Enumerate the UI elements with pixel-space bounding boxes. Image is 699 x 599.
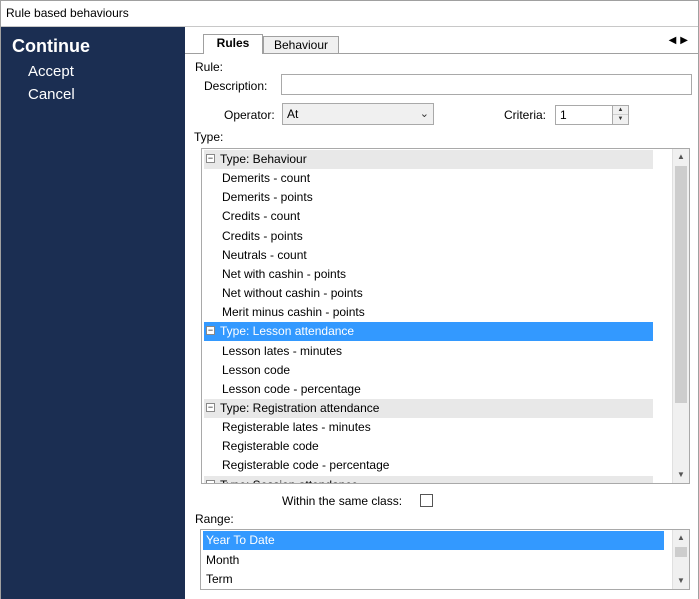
type-item-label: Lesson code [222, 362, 291, 377]
accept-button[interactable]: Accept [28, 63, 74, 80]
continue-button[interactable]: Continue [12, 36, 90, 57]
type-list-item[interactable]: Registerable code - percentage [204, 456, 653, 475]
type-group-header[interactable]: − Type: Session attendance [204, 475, 653, 483]
type-item-label: Demerits - points [222, 190, 313, 205]
type-label: Type: [194, 130, 224, 144]
collapse-icon[interactable]: − [206, 326, 215, 336]
type-item-label: Demerits - count [222, 171, 311, 186]
type-group-header[interactable]: − Type: Lesson attendance [204, 322, 653, 342]
scroll-up-icon[interactable]: ▲ [673, 530, 689, 546]
criteria-value[interactable]: 1 [560, 108, 567, 122]
type-list-item[interactable]: Lesson code - percentage [204, 380, 653, 399]
criteria-label: Criteria: [504, 108, 547, 122]
type-list-scrollbar[interactable]: ▲ ▼ [672, 149, 689, 483]
cancel-button[interactable]: Cancel [28, 86, 75, 103]
type-item-label: Neutrals - count [222, 247, 307, 262]
tab-rules[interactable]: Rules [203, 34, 263, 54]
type-item-label: Credits - count [222, 209, 301, 224]
main-panel: Rules Behaviour ◀▶ Rule: Description: Op… [185, 27, 698, 599]
rule-label: Rule: [195, 60, 224, 74]
stepper-up-icon[interactable]: ▲ [613, 106, 628, 115]
type-item-label: Registerable code [222, 439, 319, 454]
type-list-item[interactable]: Demerits - count [204, 169, 653, 188]
type-list-item[interactable]: Merit minus cashin - points [204, 303, 653, 322]
type-item-label: Lesson code - percentage [222, 381, 361, 396]
type-group-header[interactable]: − Type: Registration attendance [204, 398, 653, 418]
type-list-item[interactable]: Demerits - points [204, 188, 653, 207]
range-list-scrollbar[interactable]: ▲ ▼ [672, 530, 689, 589]
type-item-label: Registerable lates - minutes [222, 420, 371, 435]
scroll-down-icon[interactable]: ▼ [673, 573, 689, 589]
range-list-item[interactable]: Year To Date [203, 531, 664, 550]
type-group-label: Type: Lesson attendance [220, 324, 355, 339]
scroll-up-icon[interactable]: ▲ [673, 149, 689, 165]
collapse-icon[interactable]: − [206, 402, 215, 412]
collapse-icon[interactable]: − [206, 479, 215, 483]
tab-scroll-right-icon[interactable]: ▶ [680, 35, 692, 46]
chevron-down-icon: ⌄ [419, 108, 429, 120]
type-list-item[interactable]: Credits - count [204, 207, 653, 226]
scroll-down-icon[interactable]: ▼ [673, 467, 689, 483]
type-list-item[interactable]: Lesson code [204, 361, 653, 380]
type-list-item[interactable]: Net without cashin - points [204, 284, 653, 303]
criteria-stepper[interactable]: 1 ▲ ▼ [555, 105, 629, 125]
sidebar: Continue Accept Cancel [1, 27, 185, 599]
operator-label: Operator: [224, 108, 275, 122]
scrollbar-thumb[interactable] [675, 547, 687, 557]
type-list-item[interactable]: Registerable lates - minutes [204, 418, 653, 437]
range-list: Year To Date Month Term ▲ ▼ [200, 529, 690, 590]
operator-select[interactable]: At ⌄ [282, 103, 434, 125]
tab-scroll-left-icon[interactable]: ◀ [669, 35, 681, 46]
type-group-label: Type: Registration attendance [220, 400, 380, 415]
title-bar: Rule based behaviours [1, 1, 698, 27]
stepper-down-icon[interactable]: ▼ [613, 115, 628, 124]
type-item-label: Lesson lates - minutes [222, 343, 343, 358]
type-group-label: Type: Session attendance [220, 476, 358, 483]
range-list-item[interactable]: Term [203, 570, 664, 589]
collapse-icon[interactable]: − [206, 154, 215, 163]
description-input[interactable] [281, 74, 692, 95]
within-same-class-checkbox[interactable] [420, 494, 433, 507]
type-item-label: Net with cashin - points [222, 266, 347, 281]
tab-strip: Rules Behaviour ◀▶ [185, 27, 698, 54]
type-group-label: Type: Behaviour [220, 152, 307, 166]
window-title: Rule based behaviours [6, 6, 129, 20]
tab-scroll-arrows[interactable]: ◀▶ [669, 35, 692, 46]
range-list-item[interactable]: Month [203, 551, 664, 570]
criteria-stepper-buttons: ▲ ▼ [612, 106, 628, 124]
tab-behaviour[interactable]: Behaviour [263, 36, 339, 54]
type-list-item[interactable]: Credits - points [204, 227, 653, 246]
type-item-label: Merit minus cashin - points [222, 305, 365, 320]
type-item-label: Credits - points [222, 228, 303, 243]
type-list: − Type: Behaviour Demerits - count Demerits… [201, 148, 690, 484]
range-label: Range: [195, 512, 234, 526]
description-label: Description: [204, 79, 268, 93]
type-list-item[interactable]: Registerable code [204, 437, 653, 456]
type-group-header[interactable]: − Type: Behaviour [204, 150, 653, 169]
type-item-label: Registerable code - percentage [222, 458, 390, 473]
within-same-class-label: Within the same class: [282, 494, 403, 508]
dialog-window: Rule based behaviours Continue Accept Ca… [0, 0, 699, 599]
type-item-label: Net without cashin - points [222, 286, 363, 301]
scrollbar-thumb[interactable] [675, 166, 687, 403]
type-list-item[interactable]: Neutrals - count [204, 246, 653, 265]
operator-value: At [287, 107, 299, 121]
type-list-item[interactable]: Lesson lates - minutes [204, 342, 653, 361]
type-list-item[interactable]: Net with cashin - points [204, 265, 653, 284]
